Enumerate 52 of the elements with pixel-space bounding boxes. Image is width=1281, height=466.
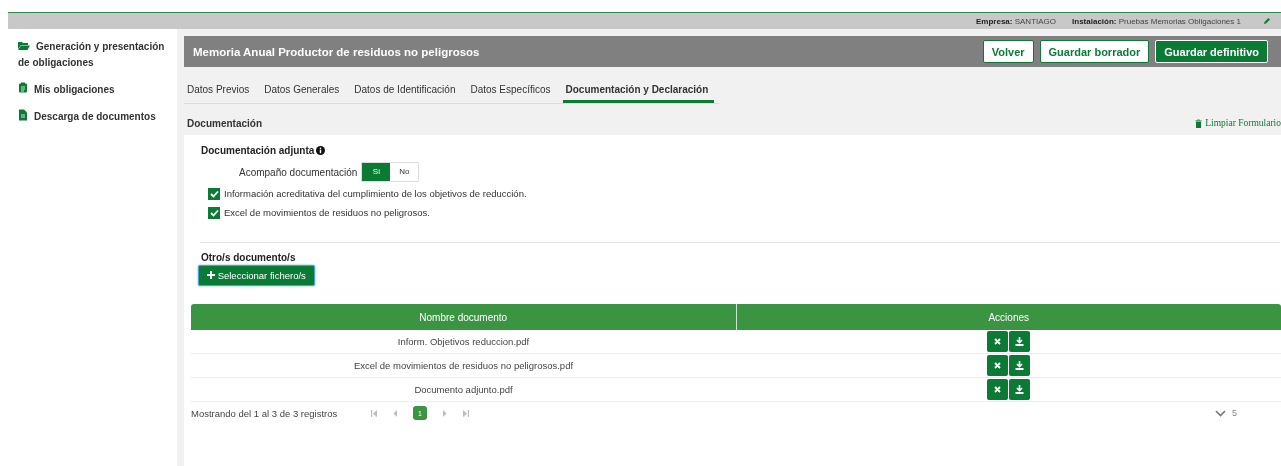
delete-button[interactable] [987, 355, 1008, 376]
delete-button[interactable] [987, 379, 1008, 400]
chevron-down-icon [1215, 409, 1226, 417]
download-icon [1015, 361, 1024, 370]
table-cell-text: Inform. Objetivos reduccion.pdf [396, 335, 531, 349]
download-icon [1015, 385, 1024, 394]
action-button[interactable]: Guardar borrador [1039, 40, 1150, 63]
checkbox-label: Información acreditativa del cumplimiento de los objetivos de reducción. [224, 188, 527, 199]
folder-icon [18, 39, 30, 51]
tab[interactable]: Datos Previos [184, 81, 256, 103]
clipboard-icon [18, 82, 28, 94]
download-button[interactable] [1009, 379, 1030, 400]
sidebar-item[interactable]: Generación y presentación de obligaciones [8, 39, 177, 82]
table-cell-text: Excel de movimientos de residuos no peligrosos.pdf [352, 359, 575, 373]
document-icon [18, 109, 28, 121]
page-title: Memoria Anual Productor de residuos no peligrosos [193, 45, 480, 58]
close-icon [994, 362, 1001, 369]
delete-button[interactable] [987, 331, 1008, 352]
column-header: Nombre documento [191, 304, 737, 330]
clear-form-link[interactable]: Limpiar Formulario [1195, 118, 1281, 128]
close-icon [994, 386, 1001, 393]
trash-icon [1195, 118, 1203, 128]
checkbox-label: Excel de movimientos de residuos no peligrosos. [224, 207, 430, 218]
save-button[interactable]: Guardar definitivo [1155, 40, 1268, 63]
sidebar-item[interactable]: Mis obligaciones [8, 82, 177, 109]
table-cell-text: Documento adjunto.pdf [413, 383, 514, 397]
tab[interactable]: Datos Generales [261, 81, 346, 103]
tab[interactable]: Datos de Identificación [351, 81, 462, 103]
subsection-title: Otro/s documento/s [201, 252, 297, 263]
info-icon [316, 146, 326, 155]
plus-icon [207, 271, 215, 279]
pagination-summary: Mostrando del 1 al 3 de 3 registros [191, 407, 339, 419]
action-button[interactable]: Volver [982, 40, 1034, 63]
column-header: Acciones [987, 310, 1031, 325]
toggle-option[interactable]: Sí [362, 163, 391, 181]
section-title: Documentación [186, 117, 262, 129]
field-label: Acompaño documentación [239, 166, 358, 178]
tab[interactable]: Datos Específicos [467, 81, 557, 103]
sidebar-item[interactable]: Descarga de documentos [8, 109, 177, 136]
close-icon [994, 338, 1001, 345]
subsection-title: Documentación adjunta [201, 145, 315, 156]
page-size-select[interactable]: 5 [1215, 408, 1237, 418]
company-info: Empresa: SANTIAGO [976, 16, 1057, 26]
download-button[interactable] [1009, 355, 1030, 376]
download-icon [1015, 337, 1024, 346]
tab[interactable]: Documentación y Declaración [562, 81, 715, 103]
checkbox[interactable] [208, 206, 220, 219]
select-files-button[interactable]: Seleccionar fichero/s [198, 265, 315, 286]
pencil-icon [1263, 17, 1271, 25]
checkbox[interactable] [208, 187, 220, 200]
download-button[interactable] [1009, 331, 1030, 352]
installation-info: Instalación: Pruebas Memorias Obligaciones 1 [1072, 16, 1241, 26]
